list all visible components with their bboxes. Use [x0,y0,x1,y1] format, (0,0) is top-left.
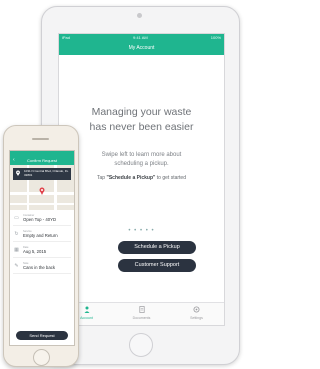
tablet-nav-title: My Account [128,45,155,51]
row-value: Empty and Return [23,232,58,238]
headline-line-2: has never been easier [89,121,194,133]
tablet-home-button[interactable] [129,333,153,357]
address-line-2: 32801 [24,173,33,177]
list-item-service[interactable]: ↻ Service Empty and Return [13,226,71,242]
phone-speaker [32,138,49,140]
hint-bold: "Schedule a Pickup" [106,175,156,181]
map-marker-icon [39,187,45,195]
service-icon: ↻ [14,230,19,237]
map-road-horizontal-2 [10,203,74,205]
calendar-icon: ▦ [14,246,19,253]
phone-nav-title: Confirm Request [26,158,57,163]
status-time: 9:41 AM [133,35,148,40]
tab-documents-label: Documents [132,316,151,320]
phone-device: ‹ Confirm Request 1031 N Central Blvd, O… [3,125,79,367]
tab-settings-label: Settings [190,316,203,320]
tab-documents[interactable]: Documents [114,303,169,325]
welcome-headline: Managing your waste has never been easie… [59,105,224,135]
documents-icon [114,306,169,316]
tab-settings[interactable]: Settings [169,303,224,325]
tablet-camera [137,13,142,18]
status-battery: 100% [210,35,221,40]
location-pin-icon [16,170,20,176]
phone-nav-bar: ‹ Confirm Request [10,156,74,165]
note-icon: ✎ [14,262,19,269]
pickup-map[interactable]: 1031 N Central Blvd, Orlando, FL 32801 [10,165,74,210]
tab-account-label: Account [80,316,93,320]
back-button[interactable]: ‹ [13,156,15,165]
subtitle-line-1: Swipe left to learn more about [101,152,182,158]
phone-home-button[interactable] [33,349,50,366]
subtitle-line-2: scheduling a pickup. [114,161,169,167]
request-details-list: ▭ Container Open Top - 40YD ↻ Service Em… [10,210,74,274]
row-value: Cans in the back [23,264,56,270]
status-carrier: iPad [62,35,71,40]
tablet-tab-bar: Account Documents Settings [59,302,224,325]
phone-screen: ‹ Confirm Request 1031 N Central Blvd, O… [9,150,75,346]
list-item-container[interactable]: ▭ Container Open Top - 40YD [13,210,71,226]
hint-prefix: Tap [97,175,106,181]
headline-line-1: Managing your waste [91,106,192,118]
tablet-nav-bar: My Account [59,42,224,55]
welcome-subtitle: Swipe left to learn more about schedulin… [59,151,224,169]
list-item-date[interactable]: ▦ Date Aug 5, 2015 [13,242,71,258]
send-request-button[interactable]: Send Request [16,331,68,340]
get-started-hint: Tap "Schedule a Pickup" to get started [59,175,224,181]
address-banner: 1031 N Central Blvd, Orlando, FL 32801 [13,168,71,180]
customer-support-button[interactable]: Customer Support [118,259,196,272]
list-item-note[interactable]: ✎ Note Cans in the back [13,258,71,274]
tablet-screen: iPad 9:41 AM 100% My Account Managing yo… [58,33,225,326]
settings-icon [169,306,224,316]
container-icon: ▭ [14,214,19,221]
tablet-status-bar: iPad 9:41 AM 100% [59,34,224,42]
hint-suffix: to get started [156,175,186,181]
row-value: Open Top - 40YD [23,216,57,222]
schedule-pickup-button[interactable]: Schedule a Pickup [118,241,196,254]
row-value: Aug 5, 2015 [23,248,47,254]
page-indicator[interactable]: • • • • • [59,228,224,234]
